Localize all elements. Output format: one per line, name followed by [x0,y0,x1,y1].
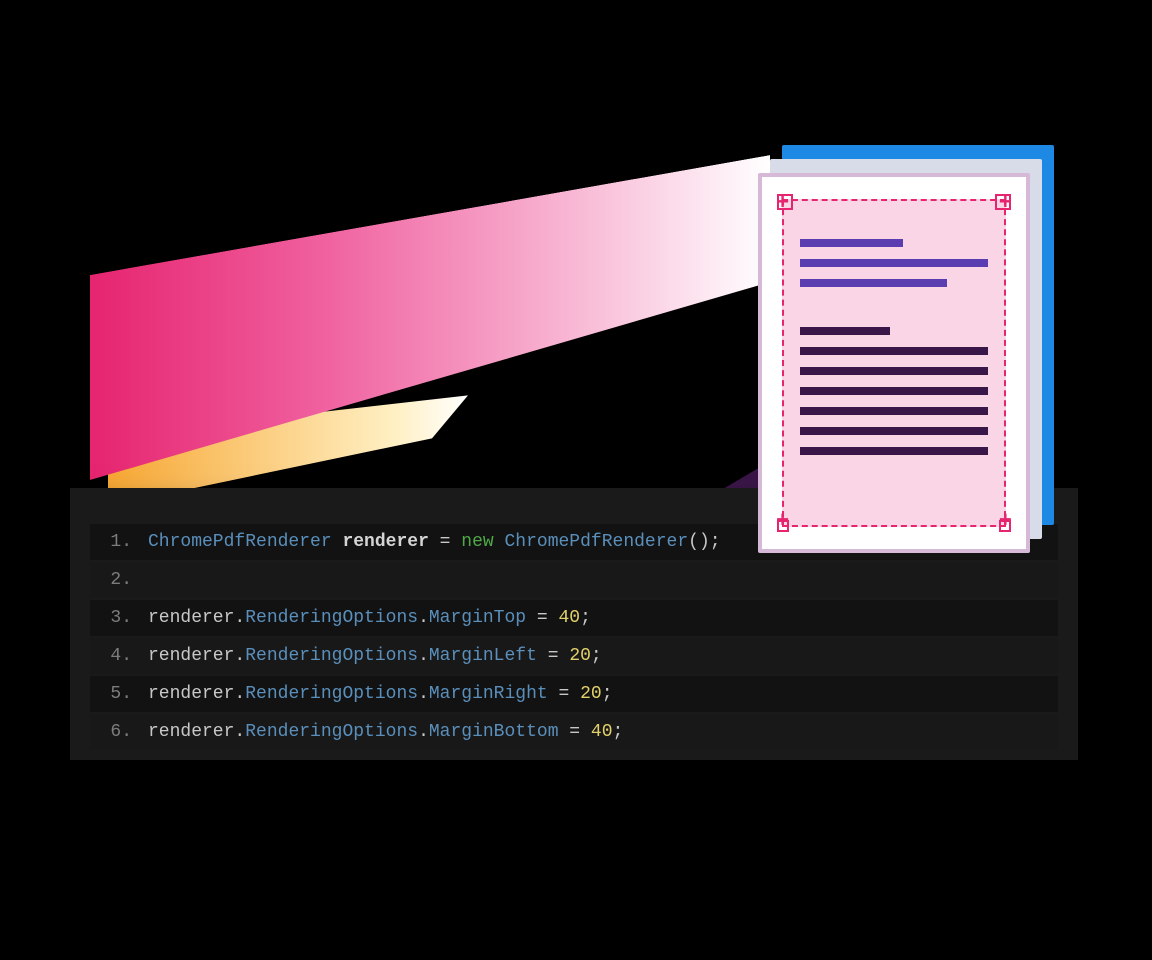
code-token: ; [613,722,624,742]
code-token: renderer [148,684,234,704]
code-token: RenderingOptions [245,646,418,666]
code-token: = [537,646,569,666]
code-token: renderer [148,722,234,742]
code-token: . [234,722,245,742]
code-token: new [461,532,493,552]
code-token: (); [688,532,720,552]
code-token: = [526,608,558,628]
code-token: renderer [148,646,234,666]
code-token: MarginTop [429,608,526,628]
code-token: . [234,646,245,666]
code-content: ChromePdfRenderer renderer = new ChromeP… [148,524,721,560]
code-content: renderer.RenderingOptions.MarginLeft = 2… [148,638,602,674]
line-number: 1. [94,524,148,560]
code-token: 20 [569,646,591,666]
line-number: 3. [94,600,148,636]
code-line: 2. [90,562,1058,598]
code-line: 6.renderer.RenderingOptions.MarginBottom… [90,714,1058,750]
code-token: ; [580,608,591,628]
line-number: 2. [94,562,148,598]
corner-plus-icon: + [776,193,789,215]
code-line: 4.renderer.RenderingOptions.MarginLeft =… [90,638,1058,674]
code-token: RenderingOptions [245,608,418,628]
code-token: ; [591,646,602,666]
code-token: 20 [580,684,602,704]
code-content: renderer.RenderingOptions.MarginBottom =… [148,714,623,750]
document-stack-illustration: + + + + [758,145,1058,545]
code-token [494,532,505,552]
code-token: . [418,608,429,628]
corner-plus-icon: + [999,193,1012,215]
code-token: RenderingOptions [245,684,418,704]
code-token: . [418,722,429,742]
code-token: renderer [342,532,428,552]
code-token: ; [602,684,613,704]
code-content: renderer.RenderingOptions.MarginRight = … [148,676,613,712]
code-token: 40 [591,722,613,742]
code-token: . [234,608,245,628]
code-token: = [559,722,591,742]
line-number: 6. [94,714,148,750]
code-token: = [548,684,580,704]
code-token: MarginLeft [429,646,537,666]
code-token: . [418,684,429,704]
line-number: 5. [94,676,148,712]
line-number: 4. [94,638,148,674]
code-token [332,532,343,552]
code-token: RenderingOptions [245,722,418,742]
code-token: . [418,646,429,666]
corner-plus-icon: + [999,511,1012,533]
doc-text-lines [800,239,988,467]
code-token: renderer [148,608,234,628]
code-line: 3.renderer.RenderingOptions.MarginTop = … [90,600,1058,636]
code-token: = [429,532,461,552]
doc-sheet-front: + + + + [758,173,1030,553]
code-token: ChromePdfRenderer [148,532,332,552]
code-token: MarginBottom [429,722,559,742]
code-token: MarginRight [429,684,548,704]
code-token: . [234,684,245,704]
code-content: renderer.RenderingOptions.MarginTop = 40… [148,600,591,636]
code-line: 5.renderer.RenderingOptions.MarginRight … [90,676,1058,712]
corner-plus-icon: + [776,511,789,533]
code-token: 40 [559,608,581,628]
code-token: ChromePdfRenderer [505,532,689,552]
